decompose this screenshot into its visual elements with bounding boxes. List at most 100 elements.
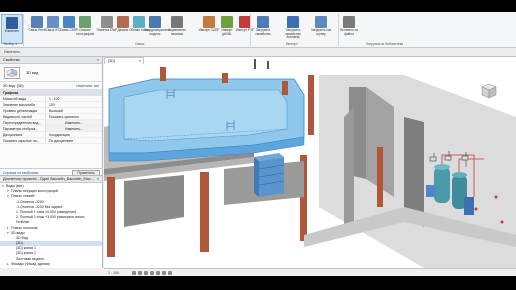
- browser-title-bar: Диспетчер проекта - Один бассейн_Бассейн…: [0, 176, 102, 183]
- ribbon-button-label: Загрузить как группу: [310, 28, 332, 36]
- ribbon-tool-icon: [149, 16, 161, 28]
- tab-3d-view[interactable]: {3D} ×: [104, 57, 144, 64]
- panel-label-import: Импорт: [286, 42, 298, 46]
- instance-name: 3D вид: {3D}: [3, 84, 24, 88]
- tab-label: {3D}: [108, 59, 115, 63]
- pipe-riser: [254, 59, 256, 69]
- column: [200, 172, 209, 252]
- type-selector[interactable]: 3D вид: [0, 64, 102, 82]
- property-edit-button[interactable]: Изменить...: [46, 120, 102, 125]
- shadows-icon[interactable]: [150, 271, 154, 275]
- ribbon-button[interactable]: Загрузить семейство Autodesk: [282, 14, 304, 44]
- 3d-viewport[interactable]: [104, 57, 516, 268]
- panel-separator: [338, 14, 339, 46]
- detail-level-icon[interactable]: [132, 271, 136, 275]
- ribbon-tool-icon: [6, 17, 18, 29]
- visual-style-icon[interactable]: [138, 271, 142, 275]
- ribbon-button[interactable]: Изменить: [1, 14, 23, 44]
- sun-path-icon[interactable]: [144, 271, 148, 275]
- browser-tree-item[interactable]: ▸ Фасады (Фасад здания): [0, 262, 102, 267]
- ribbon-tool-icon: [79, 16, 91, 28]
- pipe-riser: [267, 61, 269, 69]
- browser-tree-label: Планы потолков: [11, 225, 38, 230]
- property-name: Параметры отображ...: [0, 126, 46, 131]
- panel-separator: [250, 14, 251, 46]
- ribbon-button-label: Изменить: [4, 29, 20, 33]
- ribbon-button[interactable]: Вставить из файла: [338, 14, 360, 44]
- revit-window: Изменить Связь Revit Связь IFC Связь САПР Св…: [0, 12, 516, 276]
- options-bar: Изменить: [0, 48, 516, 57]
- ribbon-button[interactable]: Загрузить семейство: [252, 14, 274, 44]
- browser-tree-label: Листовая модель: [16, 256, 45, 261]
- property-edit-button[interactable]: Изменить...: [46, 126, 102, 131]
- property-value[interactable]: Координация: [46, 132, 102, 137]
- ribbon-tool-icon: [171, 16, 183, 28]
- property-name: Уровень детализации: [0, 108, 46, 113]
- panel-label-select[interactable]: Выбор ▾: [4, 42, 17, 46]
- ribbon-button[interactable]: Загрузить как группу: [310, 14, 332, 44]
- crop-view-icon[interactable]: [156, 271, 160, 275]
- options-bar-label: Изменить: [4, 50, 21, 54]
- view-thumbnail-icon: [4, 67, 20, 79]
- properties-palette: Свойства × 3D вид 3D вид: {3D} Изменить …: [0, 57, 103, 176]
- ribbon-button-label: Загрузить семейство: [255, 28, 271, 36]
- ribbon-button[interactable]: Связать топографию: [74, 14, 96, 44]
- close-icon[interactable]: ×: [139, 59, 141, 63]
- browser-tree-label: 3D Вид: [16, 235, 28, 240]
- browser-tree-label: 3D виды: [11, 230, 25, 235]
- ribbon-tool-icon: [221, 16, 233, 28]
- temporary-hide-icon[interactable]: [162, 271, 166, 275]
- column: [282, 81, 288, 95]
- property-name: Масштаб вида: [0, 96, 46, 101]
- ribbon-button-label: Вставить из файла: [340, 28, 358, 36]
- ribbon-button-label: Координационная модель: [144, 28, 171, 36]
- panel-label-library: Загрузка из библиотеки: [366, 42, 404, 46]
- model-canvas[interactable]: [104, 57, 516, 268]
- browser-tree-label: Планы несущих конструкций: [11, 189, 58, 194]
- reveal-hidden-icon[interactable]: [168, 271, 172, 275]
- browser-tree-label: 2. Полный 2 этаж +3,000 разморзка сиили: [16, 215, 85, 220]
- view-cube-icon[interactable]: [478, 79, 500, 101]
- browser-tree-label: Виды (все): [6, 184, 24, 188]
- close-icon[interactable]: ×: [97, 58, 99, 62]
- browser-tree-label: {3D}: [16, 241, 23, 246]
- column: [377, 147, 383, 207]
- property-value[interactable]: Показать оригинал: [46, 114, 102, 119]
- ribbon-button[interactable]: Управление связями: [166, 14, 188, 44]
- project-browser: Диспетчер проекта - Один бассейн_Бассейн…: [0, 175, 103, 268]
- view-scale[interactable]: 1 : 100: [108, 271, 119, 275]
- ribbon-button-label: Связать топографию: [75, 28, 95, 36]
- ribbon-button[interactable]: Координационная модель: [144, 14, 171, 44]
- property-name: Переопределения вид...: [0, 120, 46, 125]
- close-icon[interactable]: ×: [97, 177, 99, 181]
- browser-tree-label: Планы этажей: [11, 194, 35, 199]
- property-value[interactable]: 100: [46, 102, 102, 107]
- edit-type-button[interactable]: Изменить тип: [76, 84, 99, 88]
- browser-tree-label: -1.Отметка -3200: [16, 199, 44, 204]
- property-row: Показать скрытые ли... По дисциплине: [0, 138, 102, 144]
- property-value[interactable]: 1 : 100: [46, 96, 102, 101]
- property-value[interactable]: По дисциплине: [46, 138, 102, 143]
- browser-tree-label: Фасады (Фасад здания): [11, 261, 50, 266]
- ribbon-tool-icon: [315, 16, 327, 28]
- browser-tree-label: Генплан: [16, 220, 30, 225]
- ribbon-button-label: Управление связями: [168, 28, 186, 36]
- column: [222, 73, 228, 83]
- properties-title-bar: Свойства ×: [0, 57, 102, 64]
- browser-tree-label: {3D} копия 1: [16, 246, 36, 251]
- property-value[interactable]: Высокий: [46, 108, 102, 113]
- equipment-box: [254, 153, 285, 197]
- support-wall: [124, 175, 184, 227]
- filter-tank: [434, 164, 450, 203]
- column: [308, 75, 314, 135]
- properties-title: Свойства: [3, 58, 20, 62]
- ribbon-tool-icon: [203, 16, 215, 28]
- column: [107, 177, 115, 257]
- browser-tree-label: -1.Отметка -3200 без заднее: [16, 204, 63, 209]
- instance-selector[interactable]: 3D вид: {3D} Изменить тип: [0, 82, 102, 90]
- properties-footer: Справка по свойствам Применить: [0, 168, 103, 176]
- panel-separator: [23, 14, 24, 46]
- wall-panel: [344, 107, 354, 232]
- ribbon-button-label: Загрузить семейство Autodesk: [285, 28, 301, 40]
- property-name: Видимость частей: [0, 114, 46, 119]
